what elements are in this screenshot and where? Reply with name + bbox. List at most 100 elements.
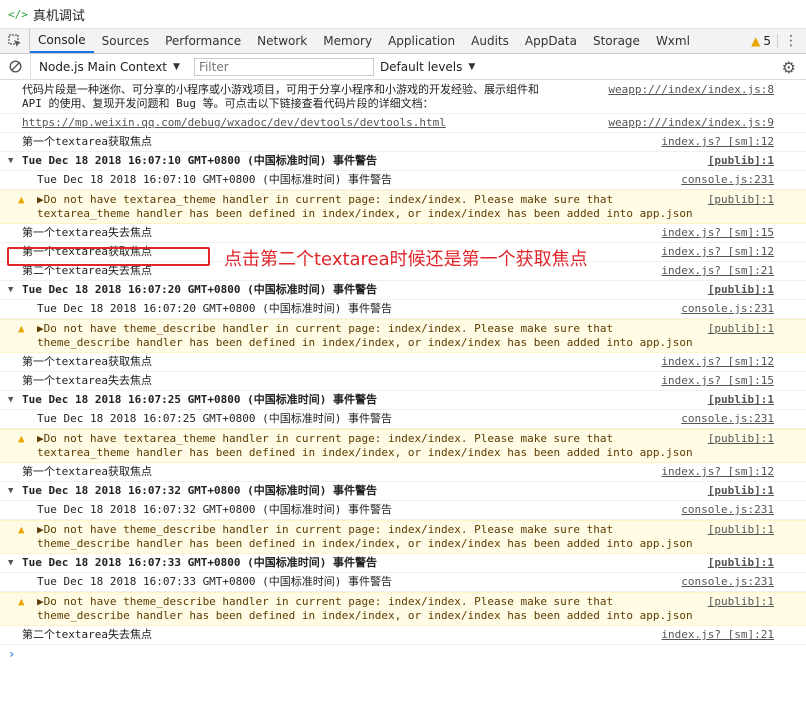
console-group-row[interactable]: ▼ Tue Dec 18 2018 16:07:10 GMT+0800 (中国标准… — [0, 152, 806, 171]
console-log-row: 第一个textarea获取焦点 index.js? [sm]:12 — [0, 463, 806, 482]
console-group-row[interactable]: ▼ Tue Dec 18 2018 16:07:32 GMT+0800 (中国标准… — [0, 482, 806, 501]
log-message: Tue Dec 18 2018 16:07:33 GMT+0800 (中国标准时… — [22, 556, 378, 569]
expand-triangle-icon[interactable]: ▼ — [8, 393, 13, 407]
tab-storage[interactable]: Storage — [585, 29, 648, 53]
source-link[interactable]: console.js:231 — [681, 575, 774, 589]
expand-triangle-icon[interactable]: ▼ — [8, 154, 13, 168]
log-message: 第一个textarea失去焦点 — [22, 374, 152, 387]
source-link[interactable]: index.js? [sm]:12 — [661, 355, 774, 369]
console-warning-row[interactable]: ▲ ▶Do not have theme_describe handler in … — [0, 592, 806, 626]
devtools-tab-bar: Console Sources Performance Network Memory Ap… — [0, 29, 806, 54]
source-link[interactable]: [publib]:1 — [708, 484, 774, 498]
warning-icon: ▲ — [18, 523, 25, 536]
console-log-row: 代码片段是一种迷你、可分享的小程序或小游戏项目，可用于分享小程序和小游戏的开发经… — [0, 81, 806, 114]
filter-input[interactable] — [193, 57, 374, 76]
tab-appdata[interactable]: AppData — [517, 29, 585, 53]
source-link[interactable]: weapp:///index/index.js:8 — [608, 83, 774, 97]
tab-application[interactable]: Application — [380, 29, 463, 53]
levels-label: Default levels — [379, 59, 463, 74]
log-message: ▶Do not have textarea_theme handler in c… — [37, 193, 693, 220]
log-levels-dropdown[interactable]: Default levels ▼ — [380, 60, 475, 74]
console-log-row: 第一个textarea失去焦点 index.js? [sm]:15 — [0, 372, 806, 391]
log-message: 第二个textarea失去焦点 — [22, 628, 152, 641]
log-message: 第一个textarea获取焦点 — [22, 245, 152, 258]
console-log-row: 第一个textarea获取焦点 index.js? [sm]:12 — [0, 353, 806, 372]
docs-link[interactable]: https://mp.weixin.qq.com/debug/wxadoc/de… — [22, 116, 446, 129]
console-log-row: https://mp.weixin.qq.com/debug/wxadoc/de… — [0, 114, 806, 133]
log-message: 第一个textarea获取焦点 — [22, 135, 152, 148]
clear-console-icon[interactable] — [0, 60, 30, 73]
console-filter-bar: Node.js Main Context ▼ Default levels ▼ … — [0, 54, 806, 80]
log-message: Tue Dec 18 2018 16:07:20 GMT+0800 (中国标准时… — [37, 302, 393, 315]
log-message: 第一个textarea获取焦点 — [22, 465, 152, 478]
source-link[interactable]: index.js? [sm]:15 — [661, 374, 774, 388]
expand-triangle-icon[interactable]: ▼ — [8, 283, 13, 297]
source-link[interactable]: [publib]:1 — [708, 556, 774, 570]
console-group-row[interactable]: ▼ Tue Dec 18 2018 16:07:20 GMT+0800 (中国标准… — [0, 281, 806, 300]
console-log-row: 第一个textarea失去焦点 index.js? [sm]:15 — [0, 224, 806, 243]
console-output: 代码片段是一种迷你、可分享的小程序或小游戏项目，可用于分享小程序和小游戏的开发经… — [0, 81, 806, 726]
title-bar: </> 真机调试 — [0, 0, 806, 29]
source-link[interactable]: index.js? [sm]:21 — [661, 264, 774, 278]
log-message: Tue Dec 18 2018 16:07:20 GMT+0800 (中国标准时… — [22, 283, 378, 296]
tab-sources[interactable]: Sources — [94, 29, 157, 53]
tab-wxml[interactable]: Wxml — [648, 29, 698, 53]
source-link[interactable]: console.js:231 — [681, 412, 774, 426]
source-link[interactable]: index.js? [sm]:15 — [661, 226, 774, 240]
source-link[interactable]: weapp:///index/index.js:9 — [608, 116, 774, 130]
context-selector[interactable]: Node.js Main Context ▼ — [30, 54, 188, 79]
log-message: Tue Dec 18 2018 16:07:10 GMT+0800 (中国标准时… — [37, 173, 393, 186]
source-link[interactable]: index.js? [sm]:21 — [661, 628, 774, 642]
source-link[interactable]: [publib]:1 — [708, 193, 774, 207]
source-link[interactable]: [publib]:1 — [708, 595, 774, 609]
inspect-element-icon[interactable] — [0, 29, 30, 53]
console-log-row: Tue Dec 18 2018 16:07:33 GMT+0800 (中国标准时… — [0, 573, 806, 592]
source-link[interactable]: [publib]:1 — [708, 154, 774, 168]
console-warning-row[interactable]: ▲ ▶Do not have theme_describe handler in … — [0, 319, 806, 353]
source-link[interactable]: [publib]:1 — [708, 283, 774, 297]
source-link[interactable]: console.js:231 — [681, 302, 774, 316]
tab-console[interactable]: Console — [30, 29, 94, 53]
window-title: 真机调试 — [32, 8, 85, 24]
tab-memory[interactable]: Memory — [315, 29, 380, 53]
console-log-row: Tue Dec 18 2018 16:07:20 GMT+0800 (中国标准时… — [0, 300, 806, 319]
chevron-down-icon: ▼ — [173, 61, 180, 72]
source-link[interactable]: [publib]:1 — [708, 432, 774, 446]
console-group-row[interactable]: ▼ Tue Dec 18 2018 16:07:33 GMT+0800 (中国标准… — [0, 554, 806, 573]
log-message: 第一个textarea获取焦点 — [22, 355, 152, 368]
tab-audits[interactable]: Audits — [463, 29, 517, 53]
source-link[interactable]: console.js:231 — [681, 503, 774, 517]
console-prompt[interactable]: › — [8, 647, 806, 661]
tab-performance[interactable]: Performance — [157, 29, 249, 53]
toolbar-divider — [777, 34, 778, 48]
source-link[interactable]: index.js? [sm]:12 — [661, 245, 774, 259]
source-link[interactable]: console.js:231 — [681, 173, 774, 187]
console-warning-row[interactable]: ▲ ▶Do not have textarea_theme handler in … — [0, 429, 806, 463]
log-message: Tue Dec 18 2018 16:07:25 GMT+0800 (中国标准时… — [37, 412, 393, 425]
log-message: Tue Dec 18 2018 16:07:10 GMT+0800 (中国标准时… — [22, 154, 378, 167]
expand-triangle-icon[interactable]: ▼ — [8, 484, 13, 498]
log-message: Tue Dec 18 2018 16:07:33 GMT+0800 (中国标准时… — [37, 575, 393, 588]
kebab-icon[interactable]: ⋮ — [784, 34, 798, 48]
source-link[interactable]: [publib]:1 — [708, 393, 774, 407]
tab-network[interactable]: Network — [249, 29, 315, 53]
code-icon: </> — [8, 7, 28, 21]
console-log-row: 第二个textarea失去焦点 index.js? [sm]:21 — [0, 626, 806, 645]
chevron-down-icon: ▼ — [468, 61, 476, 72]
warning-counter[interactable]: ▲ 5 — [751, 34, 771, 48]
gear-icon[interactable]: ⚙ — [782, 58, 796, 77]
log-message: Tue Dec 18 2018 16:07:32 GMT+0800 (中国标准时… — [37, 503, 393, 516]
log-message: ▶Do not have textarea_theme handler in c… — [37, 432, 693, 459]
console-group-row[interactable]: ▼ Tue Dec 18 2018 16:07:25 GMT+0800 (中国标准… — [0, 391, 806, 410]
annotation-text: 点击第二个textarea时候还是第一个获取焦点 — [224, 249, 588, 270]
source-link[interactable]: index.js? [sm]:12 — [661, 135, 774, 149]
source-link[interactable]: [publib]:1 — [708, 523, 774, 537]
expand-triangle-icon[interactable]: ▼ — [8, 556, 13, 570]
warning-icon: ▲ — [18, 193, 25, 206]
log-message: 第一个textarea失去焦点 — [22, 226, 152, 239]
console-warning-row[interactable]: ▲ ▶Do not have theme_describe handler in … — [0, 520, 806, 554]
source-link[interactable]: [publib]:1 — [708, 322, 774, 336]
console-warning-row[interactable]: ▲ ▶Do not have textarea_theme handler in … — [0, 190, 806, 224]
source-link[interactable]: index.js? [sm]:12 — [661, 465, 774, 479]
warning-icon: ▲ — [18, 595, 25, 608]
